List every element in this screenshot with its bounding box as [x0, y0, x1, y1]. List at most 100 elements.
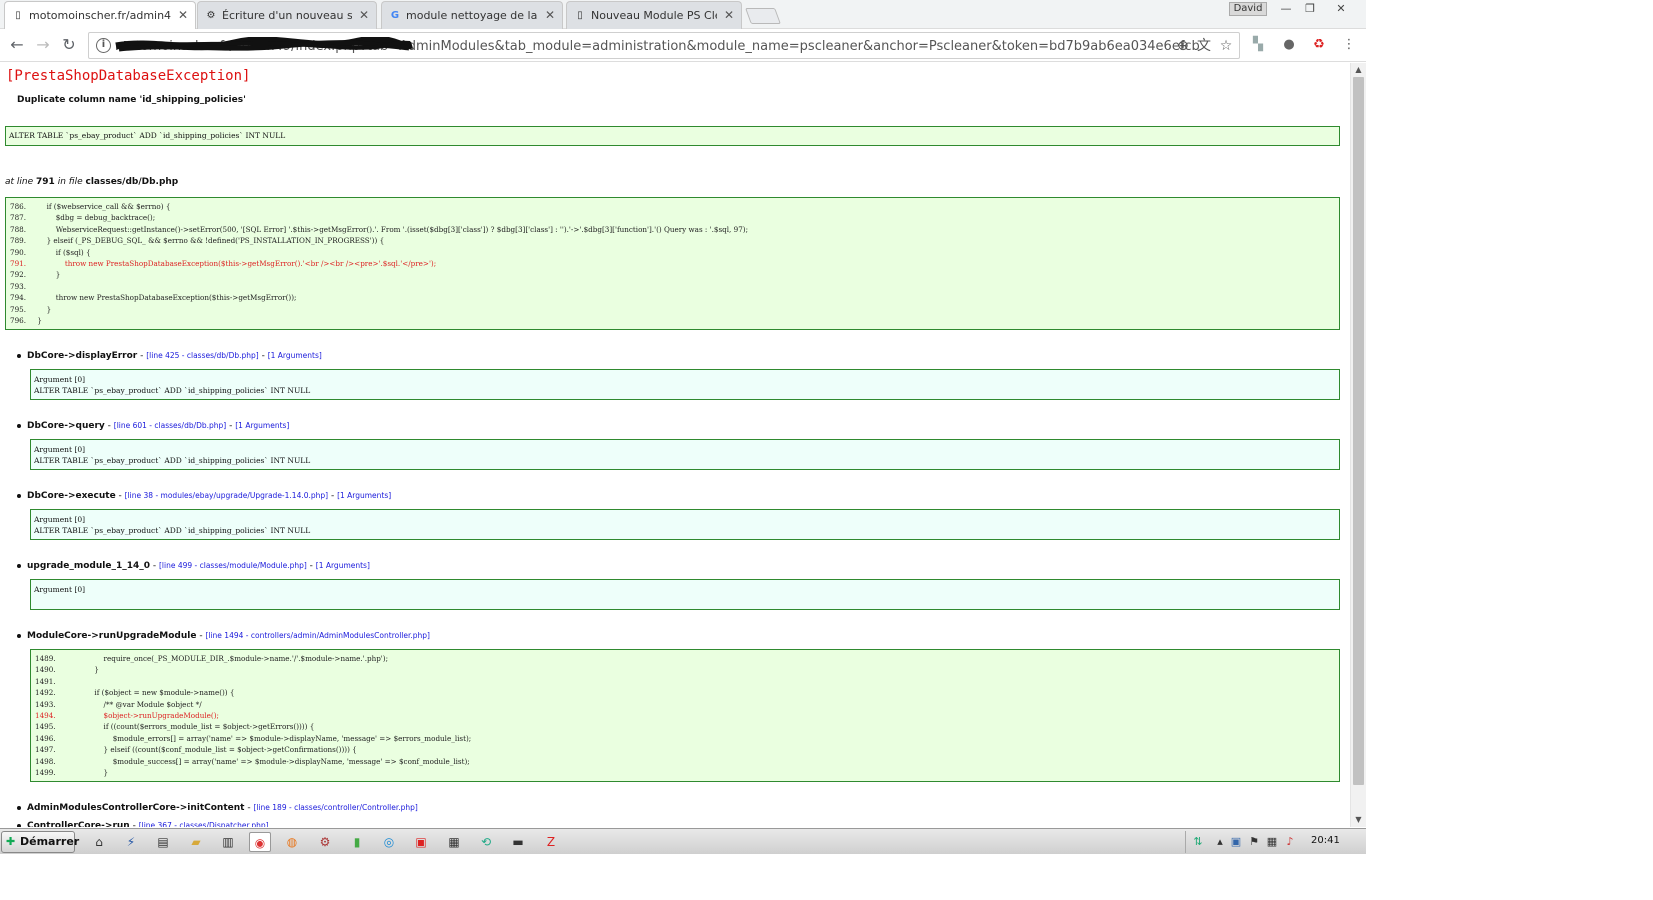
- close-icon[interactable]: ✕: [177, 9, 189, 21]
- windows-explorer-icon[interactable]: ▤: [152, 832, 174, 852]
- tab-label: Écriture d'un nouveau sujet: [222, 9, 352, 22]
- bullet: [17, 633, 21, 638]
- chrome-icon[interactable]: ◉: [249, 832, 271, 852]
- volume-muted-icon[interactable]: ♪: [1282, 834, 1298, 850]
- trace-location-link[interactable]: [line 1494 - controllers/admin/AdminModu…: [205, 631, 430, 640]
- scroll-down-arrow-icon[interactable]: ▼: [1351, 813, 1366, 827]
- reload-button[interactable]: ↻: [58, 34, 80, 56]
- close-window-button[interactable]: ✕: [1321, 1, 1361, 17]
- powershell-icon[interactable]: ⚡: [120, 832, 142, 852]
- filezilla-server-icon[interactable]: ⚙: [314, 832, 336, 852]
- trace-function: ControllerCore->run: [27, 821, 130, 827]
- network-icon[interactable]: ⌂: [88, 832, 110, 852]
- extension-circle-icon[interactable]: ●: [1280, 36, 1298, 54]
- source-code-box: 786. if ($webservice_call && $errno) { 78…: [5, 197, 1340, 330]
- tab-admin[interactable]: ▯ motomoinscher.fr/admin49 ✕: [4, 1, 196, 30]
- arguments-box: Argument [0]: [30, 579, 1340, 610]
- bullet: [17, 353, 21, 358]
- network-tray-icon[interactable]: ⇅: [1190, 834, 1206, 850]
- bullet: [17, 493, 21, 498]
- trace-location-link[interactable]: [line 367 - classes/Dispatcher.php]: [139, 821, 269, 827]
- trace-arguments-link[interactable]: [1 Arguments]: [268, 351, 322, 360]
- bullet: [17, 423, 21, 428]
- trace-item: DbCore->query - [line 601 - classes/db/D…: [17, 421, 289, 431]
- folder-icon[interactable]: ▰: [185, 832, 207, 852]
- bookmark-star-icon[interactable]: ☆: [1217, 37, 1235, 55]
- code-line: 1492. if ($object = new $module->name())…: [35, 688, 235, 698]
- extension-puzzle-icon[interactable]: ▚: [1249, 36, 1267, 54]
- arguments-box: Argument [0] ALTER TABLE `ps_ebay_product…: [30, 439, 1340, 470]
- ftp-icon[interactable]: ⟲: [475, 832, 497, 852]
- trace-location-link[interactable]: [line 601 - classes/db/Db.php]: [114, 421, 226, 430]
- info-icon[interactable]: i: [96, 38, 111, 53]
- screen: ▯ motomoinscher.fr/admin49 ✕ ⚙ Écriture …: [0, 0, 1653, 900]
- start-button[interactable]: ✚ Démarrer: [1, 831, 79, 853]
- code-line: 1493. /** @var Module $object */: [35, 699, 202, 709]
- code-line: 1497. } elseif ((count($conf_module_list…: [35, 745, 357, 755]
- code-line: 793.: [10, 281, 27, 291]
- new-tab-button[interactable]: [745, 8, 781, 24]
- back-button[interactable]: ←: [6, 34, 28, 56]
- maximize-button[interactable]: ❐: [1297, 1, 1323, 17]
- trace-item: ControllerCore->run - [line 367 - classe…: [17, 821, 269, 827]
- scroll-up-arrow-icon[interactable]: ▲: [1351, 63, 1366, 77]
- scrollbar-thumb[interactable]: [1353, 77, 1364, 785]
- cmd-icon[interactable]: ▬: [507, 832, 529, 852]
- code-line: 792. }: [10, 270, 61, 280]
- skype-icon[interactable]: ◎: [378, 832, 400, 852]
- tab-strip: ▯ motomoinscher.fr/admin49 ✕ ⚙ Écriture …: [0, 0, 1366, 30]
- trace-item: AdminModulesControllerCore->initContent …: [17, 803, 418, 813]
- argument-line: ALTER TABLE `ps_ebay_product` ADD `id_sh…: [34, 386, 311, 395]
- code-line: 786. if ($webservice_call && $errno) {: [10, 202, 171, 211]
- close-icon[interactable]: ✕: [358, 9, 370, 21]
- pdf-icon[interactable]: ▣: [410, 832, 432, 852]
- google-icon: G: [390, 10, 400, 21]
- trace-location-link[interactable]: [line 38 - modules/ebay/upgrade/Upgrade-…: [125, 491, 328, 500]
- code-line: 787. $dbg = debug_backtrace();: [10, 213, 156, 223]
- tab-google-search[interactable]: G module nettoyage de la base ✕: [381, 1, 563, 29]
- show-hidden-icon[interactable]: ▴: [1212, 834, 1228, 850]
- tab-label: module nettoyage de la base: [406, 9, 538, 22]
- trace-location-link[interactable]: [line 425 - classes/db/Db.php]: [146, 351, 258, 360]
- file-path: classes/db/Db.php: [85, 177, 179, 187]
- translate-icon[interactable]: 文: [1195, 37, 1213, 55]
- exception-title: [PrestaShopDatabaseException]: [6, 68, 251, 84]
- address-bar[interactable]: i motomoinscher.fr/admin49/index.php?tab…: [88, 32, 1240, 59]
- forward-button[interactable]: →: [32, 34, 54, 56]
- tab-ps-cleaner[interactable]: ▯ Nouveau Module PS Cleaner ✕: [566, 1, 742, 29]
- filezilla-icon[interactable]: Z: [540, 832, 562, 852]
- code-line: 795. }: [10, 304, 52, 314]
- clock[interactable]: 20:41: [1311, 835, 1340, 846]
- flag-tray-icon[interactable]: ⚑: [1246, 834, 1262, 850]
- trace-location-link[interactable]: [line 499 - classes/module/Module.php]: [159, 561, 307, 570]
- tab-label: motomoinscher.fr/admin49: [29, 9, 171, 22]
- start-label: Démarrer: [20, 835, 80, 848]
- notepad-icon[interactable]: ▥: [217, 832, 239, 852]
- trace-arguments-link[interactable]: [1 Arguments]: [316, 561, 370, 570]
- tab-forum[interactable]: ⚙ Écriture d'un nouveau sujet ✕: [197, 1, 377, 29]
- trace-location-link[interactable]: [line 189 - classes/controller/Controlle…: [253, 803, 417, 812]
- notepadpp-icon[interactable]: ▮: [346, 832, 368, 852]
- system-tray: ⇅ ▴ ▣ ⚑ ▦ ♪ 20:41: [1185, 831, 1366, 853]
- line-number: 791: [36, 177, 55, 187]
- minimize-button[interactable]: —: [1273, 1, 1299, 17]
- close-icon[interactable]: ✕: [544, 9, 556, 21]
- argument-line: Argument [0]: [34, 445, 86, 454]
- trace-function: DbCore->execute: [27, 491, 116, 501]
- profile-button[interactable]: David: [1229, 2, 1267, 16]
- trace-arguments-link[interactable]: [1 Arguments]: [337, 491, 391, 500]
- code-line: 1489. require_once(_PS_MODULE_DIR_.$modu…: [35, 654, 389, 663]
- network-status-icon[interactable]: ▦: [1264, 834, 1280, 850]
- archive-icon[interactable]: ▦: [443, 832, 465, 852]
- vertical-scrollbar[interactable]: ▲ ▼: [1350, 63, 1366, 827]
- zoom-icon[interactable]: ⊕: [1174, 37, 1192, 55]
- menu-icon[interactable]: ⋮: [1340, 36, 1358, 54]
- monitor-tray-icon[interactable]: ▣: [1228, 834, 1244, 850]
- argument-line: ALTER TABLE `ps_ebay_product` ADD `id_sh…: [34, 456, 311, 465]
- trace-arguments-link[interactable]: [1 Arguments]: [235, 421, 289, 430]
- bullet: [17, 805, 21, 810]
- extension-recycle-icon[interactable]: ♻: [1310, 36, 1328, 54]
- arguments-box: Argument [0] ALTER TABLE `ps_ebay_product…: [30, 509, 1340, 540]
- firefox-icon[interactable]: ◍: [281, 832, 303, 852]
- close-icon[interactable]: ✕: [723, 9, 735, 21]
